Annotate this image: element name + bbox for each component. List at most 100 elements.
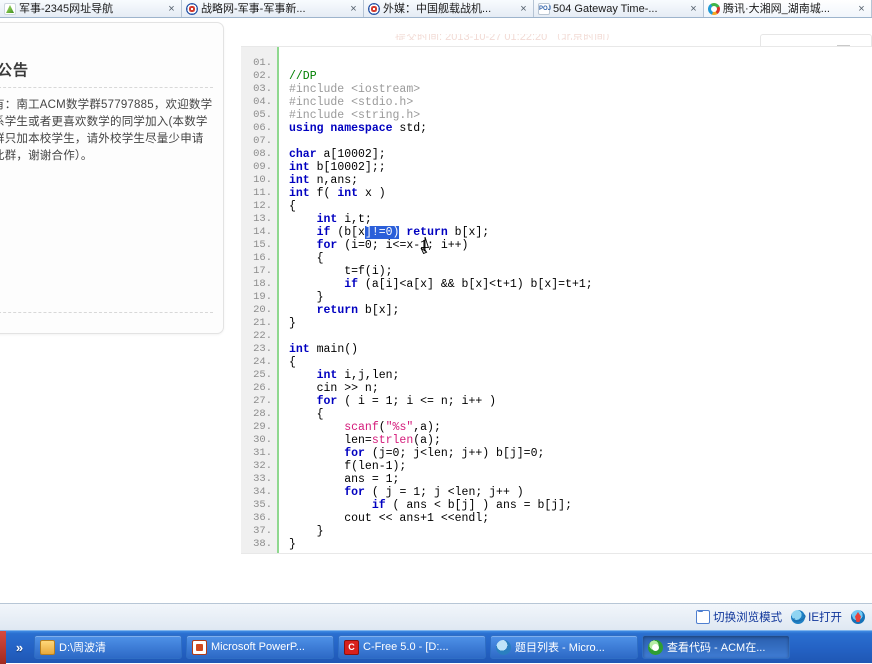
line-number-gutter: 01. 02. 03. 04. 05. 06. 07. 08. 09. 10. 11. 12. 13. 1… <box>241 47 279 553</box>
code-line[interactable]: } <box>289 525 872 538</box>
browser-tab-title: 战略网-军事-军事新... <box>201 3 306 15</box>
taskbar-item-5[interactable]: 查看代码 - ACM在... <box>642 635 790 659</box>
line-number: 25. <box>253 369 272 381</box>
code-line[interactable]: len=strlen(a); <box>289 434 872 447</box>
line-number: 09. <box>253 161 272 173</box>
browser-tab-4[interactable]: 504 Gateway Time-... × <box>534 0 704 17</box>
line-number: 23. <box>253 343 272 355</box>
browser-tab-2[interactable]: 战略网-军事-军事新... × <box>182 0 364 17</box>
taskbar-item-1[interactable]: D:\周波清 <box>34 635 182 659</box>
line-number: 36. <box>253 512 272 524</box>
target-icon <box>368 3 380 15</box>
code-line[interactable]: { <box>289 356 872 369</box>
page-content: 公告 有：南工ACM数学群57797885，欢迎数学系学生或者更喜欢数学的同学加… <box>0 18 872 603</box>
browser-tab-5[interactable]: 腾讯·大湘网_湖南城... × <box>704 0 872 17</box>
line-number: 01. <box>253 57 272 69</box>
browse-mode-icon <box>696 610 711 624</box>
browser-tab-1[interactable]: 军事-2345网址导航 × <box>0 0 182 17</box>
status-globe[interactable] <box>851 610 868 624</box>
code-line[interactable]: char a[10002]; <box>289 148 872 161</box>
code-line[interactable]: { <box>289 408 872 421</box>
code-line[interactable]: if (a[i]<a[x] && b[x]<t+1) b[x]=t+1; <box>289 278 872 291</box>
code-line[interactable]: int n,ans; <box>289 174 872 187</box>
code-line[interactable]: //DP <box>289 70 872 83</box>
taskbar-item-label: D:\周波清 <box>59 642 107 654</box>
code-line[interactable]: int i,t; <box>289 213 872 226</box>
divider <box>0 87 213 88</box>
tab-close-icon[interactable]: × <box>347 3 360 15</box>
code-line[interactable] <box>289 330 872 343</box>
code-line[interactable]: } <box>289 291 872 304</box>
code-line[interactable]: if (b[x]!=0) return b[x]; <box>289 226 872 239</box>
line-number: 02. <box>253 70 272 82</box>
code-line[interactable]: #include <iostream> <box>289 83 872 96</box>
taskbar-item-4[interactable]: 题目列表 - Micro... <box>490 635 638 659</box>
status-label: IE打开 <box>808 612 842 624</box>
code-text-area[interactable]: //DP #include <iostream> #include <stdio.h… <box>279 47 872 553</box>
line-number: 26. <box>253 382 272 394</box>
code-line[interactable]: { <box>289 200 872 213</box>
code-line[interactable]: int i,j,len; <box>289 369 872 382</box>
quicklaunch-expand-icon[interactable]: » <box>6 640 32 655</box>
code-line[interactable]: return b[x]; <box>289 304 872 317</box>
code-line[interactable]: for ( i = 1; i <= n; i++ ) <box>289 395 872 408</box>
code-line[interactable]: using namespace std; <box>289 122 872 135</box>
status-switch-browse-mode[interactable]: 切换浏览模式 <box>696 609 782 625</box>
line-number: 12. <box>253 200 272 212</box>
announcement-text: 有：南工ACM数学群57797885，欢迎数学系学生或者更喜欢数学的同学加入(本… <box>0 99 213 162</box>
line-number: 14. <box>253 226 272 238</box>
code-line[interactable]: scanf("%s",a); <box>289 421 872 434</box>
line-number: 20. <box>253 304 272 316</box>
code-line[interactable]: t=f(i); <box>289 265 872 278</box>
tab-close-icon[interactable]: × <box>165 3 178 15</box>
code-line[interactable]: #include <stdio.h> <box>289 96 872 109</box>
line-number: 05. <box>253 109 272 121</box>
line-number: 29. <box>253 421 272 433</box>
code-line[interactable]: for (i=0; i<=x-1; i++) <box>289 239 872 252</box>
taskbar-item-2[interactable]: Microsoft PowerP... <box>186 635 334 659</box>
code-line[interactable]: ans = 1; <box>289 473 872 486</box>
code-line[interactable]: cout << ans+1 <<endl; <box>289 512 872 525</box>
browser-tab-3[interactable]: 外媒：中国舰载战机... × <box>364 0 534 17</box>
line-number: 24. <box>253 356 272 368</box>
code-line[interactable]: int b[10002];; <box>289 161 872 174</box>
line-number: 18. <box>253 278 272 290</box>
code-line[interactable]: cin >> n; <box>289 382 872 395</box>
tab-close-icon[interactable]: × <box>855 3 868 15</box>
code-line[interactable]: int main() <box>289 343 872 356</box>
browser-tab-strip: 军事-2345网址导航 × 战略网-军事-军事新... × 外媒：中国舰载战机.… <box>0 0 872 18</box>
windows-taskbar: » D:\周波清 Microsoft PowerP... C-Free 5.0 … <box>0 630 872 664</box>
code-line[interactable]: int f( int x ) <box>289 187 872 200</box>
line-number: 35. <box>253 499 272 511</box>
code-line[interactable]: for ( j = 1; j <len; j++ ) <box>289 486 872 499</box>
line-number: 04. <box>253 96 272 108</box>
line-number: 15. <box>253 239 272 251</box>
code-line[interactable]: } <box>289 538 872 551</box>
line-number: 28. <box>253 408 272 420</box>
code-line[interactable] <box>289 135 872 148</box>
tab-close-icon[interactable]: × <box>687 3 700 15</box>
code-line[interactable]: } <box>289 317 872 330</box>
code-line[interactable] <box>289 57 872 70</box>
line-number: 11. <box>253 187 272 199</box>
divider <box>0 312 213 313</box>
browser-tab-title: 外媒：中国舰载战机... <box>383 3 492 15</box>
code-line[interactable]: #include <string.h> <box>289 109 872 122</box>
code-line[interactable]: { <box>289 252 872 265</box>
taskbar-item-label: C-Free 5.0 - [D:... <box>363 641 449 653</box>
code-line[interactable]: if ( ans < b[j] ) ans = b[j]; <box>289 499 872 512</box>
status-open-in-ie[interactable]: IE打开 <box>791 609 842 625</box>
globe-icon <box>851 610 865 624</box>
tab-close-icon[interactable]: × <box>517 3 530 15</box>
code-line[interactable]: f(len-1); <box>289 460 872 473</box>
code-viewer[interactable]: 01. 02. 03. 04. 05. 06. 07. 08. 09. 10. 11. 12. 13. 1… <box>241 46 872 554</box>
line-number: 07. <box>253 135 272 147</box>
taskbar-item-3[interactable]: C-Free 5.0 - [D:... <box>338 635 486 659</box>
line-number: 13. <box>253 213 272 225</box>
poj-icon <box>538 3 550 15</box>
line-number: 32. <box>253 460 272 472</box>
line-number: 19. <box>253 291 272 303</box>
ie-icon <box>496 639 511 655</box>
qq-icon <box>708 3 720 15</box>
code-line[interactable]: for (j=0; j<len; j++) b[j]=0; <box>289 447 872 460</box>
